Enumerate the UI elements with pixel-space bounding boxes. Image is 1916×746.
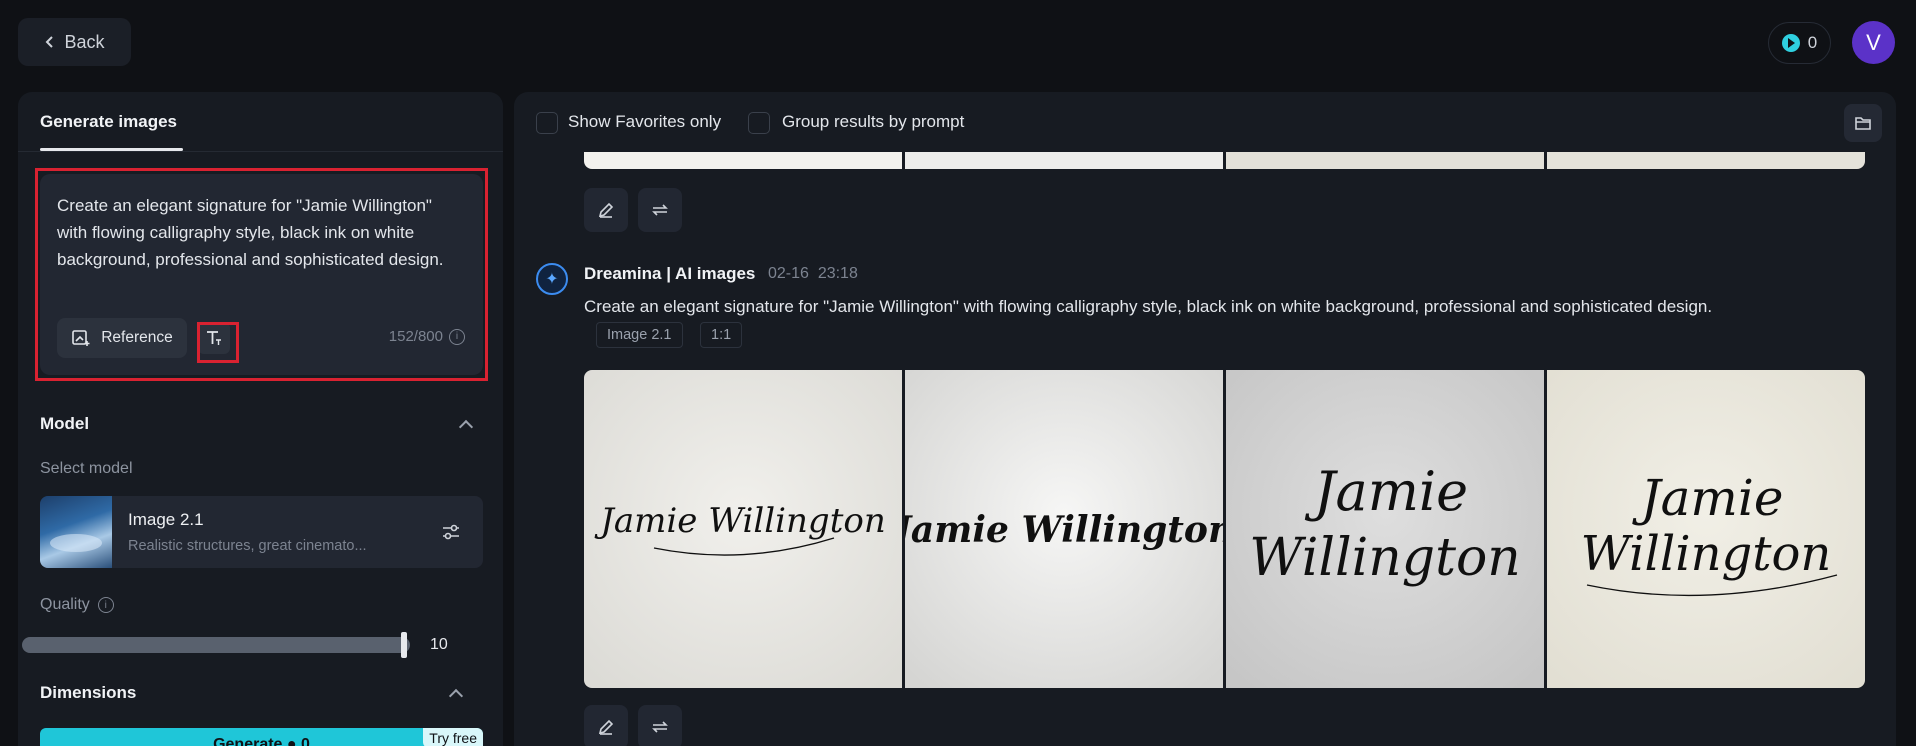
regenerate-button[interactable] <box>638 188 682 232</box>
edit-pencil-icon <box>598 719 614 735</box>
result-image-3[interactable]: Jamie Willington <box>1226 370 1544 688</box>
signature-line-1: Jamie <box>1632 469 1784 527</box>
regenerate-button[interactable] <box>638 705 682 746</box>
signature-image-3: Jamie Willington <box>1226 370 1544 688</box>
adjust-sliders-icon[interactable] <box>441 522 461 542</box>
avatar[interactable]: V <box>1852 21 1895 64</box>
signature-image-4: Jamie Willington <box>1547 370 1865 688</box>
previous-result-image[interactable] <box>584 152 902 169</box>
signature-line-2: Willington <box>1581 526 1832 582</box>
model-name: Image 2.1 <box>128 510 204 529</box>
signature-line-1: Jamie <box>1304 460 1468 523</box>
select-model-label: Select model <box>40 460 133 477</box>
generate-cost: 0 <box>301 736 310 746</box>
signature-image-1: Jamie Willington <box>584 370 902 688</box>
back-label: Back <box>64 31 105 52</box>
generation-time: 23:18 <box>817 265 858 282</box>
signature-line-2: Willington <box>1249 528 1521 588</box>
signature-text: Jamie Willington <box>905 509 1223 551</box>
quality-label-row: Quality i <box>40 596 114 614</box>
show-favorites-label: Show Favorites only <box>568 112 722 131</box>
generate-button[interactable]: Generate ● 0 Try free <box>40 728 483 746</box>
back-button[interactable]: Back <box>18 18 131 66</box>
regenerate-icon <box>652 204 668 216</box>
previous-result-image[interactable] <box>1226 152 1544 169</box>
credit-play-icon <box>1781 34 1800 52</box>
show-favorites-checkbox[interactable] <box>536 112 558 134</box>
signature-text: Jamie Willington <box>594 501 885 541</box>
signature-image-2: Jamie Willington <box>905 370 1223 688</box>
quality-value: 10 <box>430 636 448 653</box>
edit-button[interactable] <box>584 188 628 232</box>
group-results-checkbox[interactable] <box>748 112 770 134</box>
generate-text: Generate <box>213 736 283 746</box>
generation-timestamp: 02-16 23:18 <box>768 265 858 283</box>
quality-label: Quality <box>40 596 90 613</box>
model-description: Realistic structures, great cinemato... <box>128 538 367 554</box>
tab-generate-images[interactable]: Generate images <box>40 112 177 132</box>
ratio-tag: 1:1 <box>700 322 743 348</box>
chevron-up-icon[interactable] <box>458 419 474 435</box>
generation-source: Dreamina | AI images <box>584 264 756 283</box>
generate-label: Generate ● 0 <box>40 736 483 746</box>
text-tool-highlight-outline <box>197 322 239 363</box>
result-image-1[interactable]: Jamie Willington <box>584 370 902 688</box>
prompt-highlight-outline <box>35 168 488 381</box>
regenerate-icon <box>652 721 668 733</box>
edit-button[interactable] <box>584 705 628 746</box>
model-section-title: Model <box>40 414 90 433</box>
folder-button[interactable] <box>1844 104 1882 142</box>
dimensions-section-title: Dimensions <box>40 683 137 702</box>
generation-date: 02-16 <box>768 265 809 282</box>
result-image-4[interactable]: Jamie Willington <box>1547 370 1865 688</box>
result-image-2[interactable]: Jamie Willington <box>905 370 1223 688</box>
quality-slider-track[interactable] <box>22 637 410 653</box>
results-panel: Show Favorites only Group results by pro… <box>514 92 1896 746</box>
model-thumbnail <box>40 496 112 568</box>
tab-divider <box>18 151 503 152</box>
generation-prompt: Create an elegant signature for "Jamie W… <box>584 297 1713 316</box>
credits-count: 0 <box>1807 33 1818 52</box>
dreamina-logo-icon <box>536 263 568 295</box>
chevron-left-icon <box>46 36 54 48</box>
try-free-badge: Try free <box>423 728 483 746</box>
edit-pencil-icon <box>598 202 614 218</box>
model-tag: Image 2.1 <box>596 322 683 348</box>
previous-result-image[interactable] <box>1547 152 1865 169</box>
group-results-label: Group results by prompt <box>782 112 965 131</box>
avatar-initial: V <box>1866 29 1881 55</box>
folder-icon <box>1855 117 1871 130</box>
info-icon[interactable]: i <box>97 597 114 613</box>
credits-badge[interactable]: 0 <box>1768 22 1831 64</box>
quality-slider-handle[interactable] <box>401 632 407 658</box>
previous-result-image[interactable] <box>905 152 1223 169</box>
model-selector[interactable]: Image 2.1 Realistic structures, great ci… <box>40 496 483 568</box>
